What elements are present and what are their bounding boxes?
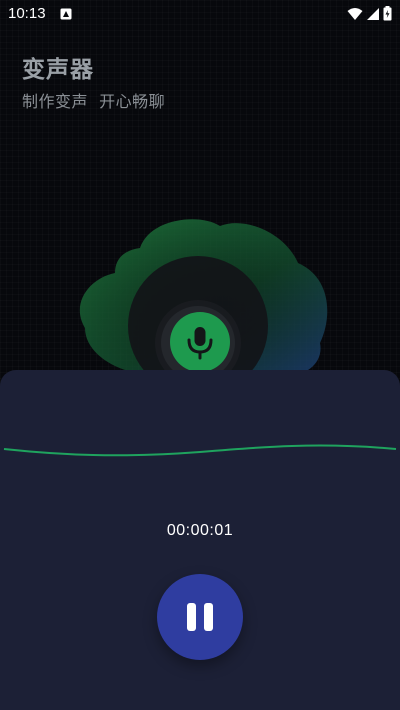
audio-waveform xyxy=(3,444,397,457)
wifi-icon xyxy=(347,7,363,20)
microphone-icon xyxy=(187,327,213,360)
notification-icon xyxy=(60,8,72,20)
battery-icon xyxy=(383,6,392,21)
screen: 10:13 变声器 制作变声 开心畅聊 00:00:01 xyxy=(0,0,400,710)
pause-icon xyxy=(187,603,196,631)
pause-icon-bar xyxy=(204,603,213,631)
page-title: 变声器 xyxy=(22,57,94,83)
recording-timer: 00:00:01 xyxy=(166,522,234,539)
status-time: 10:13 xyxy=(8,5,46,22)
status-icons xyxy=(347,6,392,21)
signal-icon xyxy=(367,7,379,20)
pause-button[interactable] xyxy=(157,574,243,660)
page-subtitle: 制作变声 开心畅聊 xyxy=(22,92,166,111)
record-button[interactable] xyxy=(170,312,230,372)
status-bar: 10:13 xyxy=(0,0,400,30)
